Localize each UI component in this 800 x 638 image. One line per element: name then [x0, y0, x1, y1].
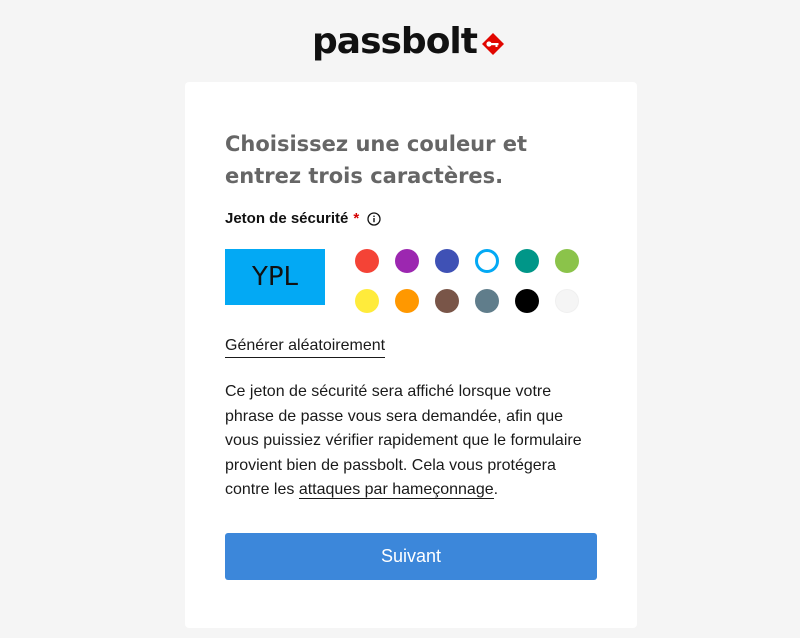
info-circle-icon[interactable] — [367, 211, 381, 226]
passbolt-logo: passbolt — [312, 22, 512, 66]
color-swatch-teal[interactable] — [515, 249, 539, 273]
color-swatch-purple[interactable] — [395, 249, 419, 273]
color-swatch-indigo[interactable] — [435, 249, 459, 273]
page-title: Choisissez une couleur et entrez trois c… — [225, 132, 528, 188]
security-token-label: Jeton de sécurité * — [225, 210, 381, 227]
generate-randomly-link[interactable]: Générer aléatoirement — [225, 336, 386, 358]
security-token-card: Choisissez une couleur et entrez trois c… — [185, 82, 637, 628]
required-marker: * — [353, 210, 360, 227]
passbolt-key-icon — [481, 33, 504, 55]
phishing-attacks-link[interactable]: attaques par hameçonnage — [298, 481, 494, 499]
security-token-label-text: Jeton de sécurité — [225, 210, 349, 227]
logo-text: passbolt — [312, 21, 478, 62]
color-swatch-brown[interactable] — [435, 289, 459, 313]
color-swatch-yellow[interactable] — [355, 289, 379, 313]
color-swatch-red[interactable] — [355, 249, 379, 273]
color-swatch-black[interactable] — [515, 289, 539, 313]
color-swatch-light-blue[interactable] — [475, 249, 499, 273]
help-text-end: . — [493, 481, 499, 498]
color-swatch-blue-grey[interactable] — [475, 289, 499, 313]
security-token-preview[interactable]: YPL — [225, 249, 325, 305]
help-text: Ce jeton de sécurité sera affiché lorsqu… — [225, 380, 595, 503]
color-picker — [355, 249, 585, 319]
color-swatch-light-green[interactable] — [555, 249, 579, 273]
next-button[interactable]: Suivant — [225, 533, 597, 580]
color-swatch-white[interactable] — [555, 289, 579, 313]
color-swatch-orange[interactable] — [395, 289, 419, 313]
